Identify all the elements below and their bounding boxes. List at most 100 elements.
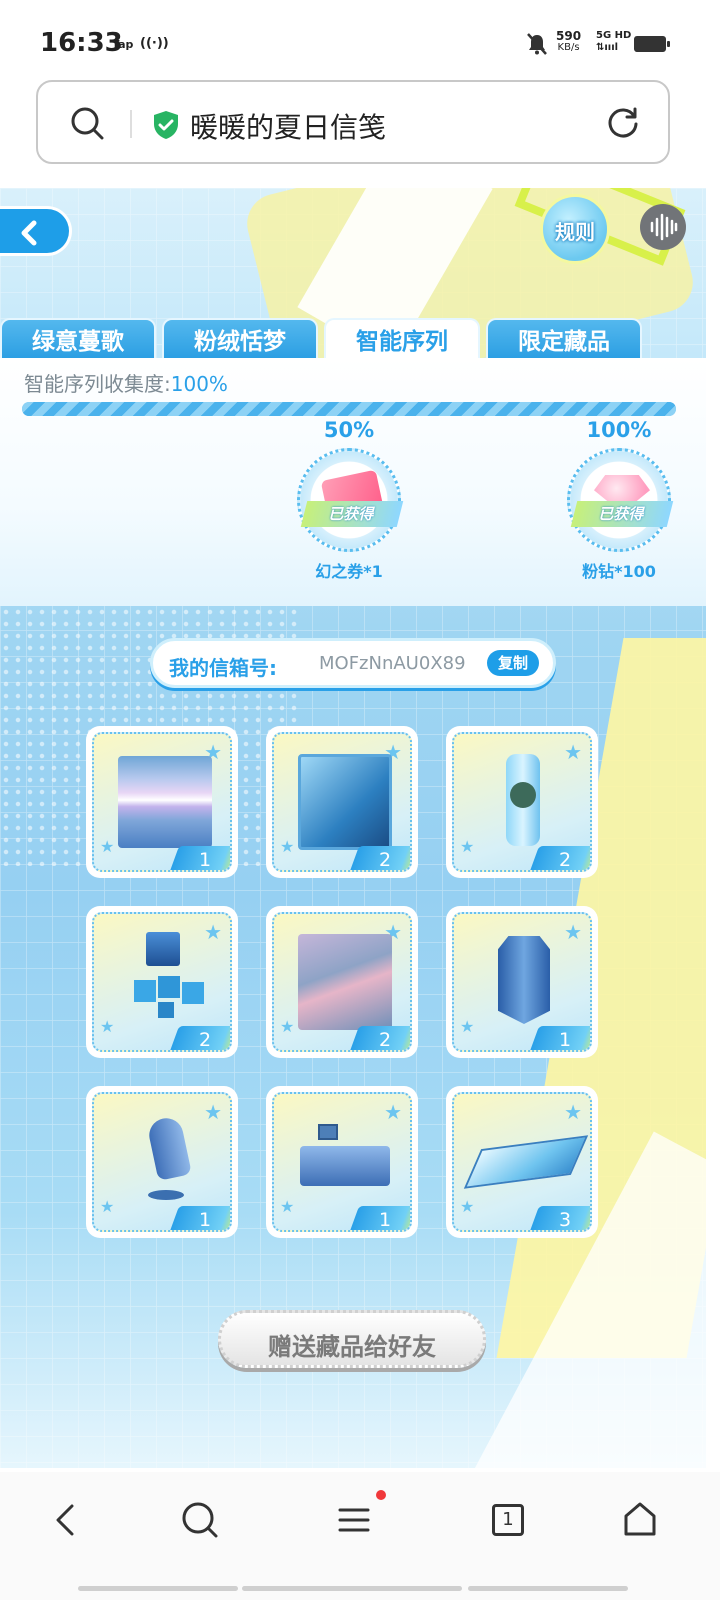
item-count: 3 — [558, 1209, 572, 1231]
rules-button[interactable]: 规则 — [540, 194, 610, 264]
mailbox-label: 我的信箱号: — [169, 656, 277, 680]
category-tabs: 绿意蔓歌 粉绒恬梦 智能序列 限定藏品 — [0, 318, 706, 360]
gesture-bar — [242, 1586, 462, 1591]
item-count: 2 — [558, 849, 572, 871]
character-poster-thumbnail — [298, 934, 392, 1030]
cube-icon — [182, 982, 204, 1004]
reward-ring: 已获得 — [297, 448, 404, 552]
game-view: 规则 绿意蔓歌 粉绒恬梦 智能序列 限定藏品 智能序列收集度:100% 50% … — [0, 188, 706, 1468]
collection-label: 智能序列收集度: — [24, 372, 171, 396]
plant-icon — [510, 782, 536, 808]
gesture-bar — [468, 1586, 628, 1591]
item-card[interactable]: ★ ★ 1 — [266, 1086, 418, 1238]
reward-label: 粉钻*100 — [582, 562, 656, 581]
obtained-badge: 已获得 — [300, 501, 404, 527]
star-icon: ★ — [564, 1100, 582, 1124]
item-count: 1 — [198, 1209, 212, 1231]
star-icon: ★ — [204, 1100, 222, 1124]
tech-door-thumbnail — [298, 754, 392, 850]
status-bar: 16:33 Tap ((·)) 590 KB/s 5G HD ⇅ıııl — [0, 0, 720, 80]
star-icon: ★ — [564, 920, 582, 944]
star-icon: ★ — [100, 837, 115, 856]
star-icon: ★ — [204, 920, 222, 944]
item-count: 2 — [378, 849, 392, 871]
item-card[interactable]: ★ ★ 1 — [86, 726, 238, 878]
page-title: 暖暖的夏日信笺 — [190, 111, 387, 144]
rules-label: 规则 — [555, 220, 595, 244]
star-icon: ★ — [100, 1017, 115, 1036]
gift-to-friend-button[interactable]: 赠送藏品给好友 — [218, 1310, 486, 1368]
striped-wallpaper-thumbnail — [118, 756, 212, 848]
search-icon[interactable] — [70, 106, 104, 140]
tab-green[interactable]: 绿意蔓歌 — [0, 318, 156, 358]
menu-icon[interactable] — [334, 1500, 374, 1540]
back-button[interactable] — [0, 206, 72, 256]
cube-icon — [134, 980, 156, 1002]
item-card[interactable]: ★ ★ 3 — [446, 1086, 598, 1238]
tab-count: 1 — [492, 1504, 524, 1536]
star-icon: ★ — [460, 837, 475, 856]
audio-wave-icon — [650, 213, 678, 241]
tabs-icon[interactable]: 1 — [488, 1500, 528, 1540]
milestone-100[interactable]: 100% 已获得 粉钻*100 — [554, 418, 684, 582]
milestone-percent: 100% — [586, 418, 652, 442]
bottom-navigation: 1 — [0, 1472, 720, 1600]
item-card[interactable]: ★ ★ 2 — [86, 906, 238, 1058]
collection-progress-text: 智能序列收集度:100% — [24, 368, 228, 397]
tap-indicator: Tap — [112, 38, 134, 51]
home-icon[interactable] — [620, 1500, 660, 1540]
bell-muted-icon — [527, 33, 547, 55]
tab-limited[interactable]: 限定藏品 — [486, 318, 642, 358]
search-icon[interactable] — [180, 1500, 220, 1540]
copy-button[interactable]: 复制 — [487, 650, 539, 676]
audio-button[interactable] — [640, 204, 686, 250]
radio-icon: ((·)) — [140, 36, 169, 51]
divider — [130, 110, 132, 138]
computer-desk-thumbnail — [300, 1146, 390, 1186]
star-icon: ★ — [280, 837, 295, 856]
star-icon: ★ — [280, 1017, 295, 1036]
item-card[interactable]: ★ ★ 2 — [266, 726, 418, 878]
progress-bar — [22, 402, 676, 416]
chevron-left-icon — [21, 220, 37, 246]
network-speed: 590 KB/s — [556, 29, 582, 53]
item-count: 1 — [558, 1029, 572, 1051]
signal-icon: 5G HD ⇅ıııl — [596, 30, 632, 53]
shield-check-icon — [154, 111, 178, 139]
gift-button-label: 赠送藏品给好友 — [268, 1333, 436, 1361]
mailbox-id: MOFzNnAU0X89 — [319, 653, 466, 674]
shield-cabinet-thumbnail — [498, 936, 550, 1024]
egg-chair-thumbnail — [146, 1115, 192, 1181]
star-icon: ★ — [460, 1197, 475, 1216]
star-icon: ★ — [460, 1017, 475, 1036]
collection-panel: 智能序列收集度:100% 50% 已获得 幻之券*1 100% 已获得 粉钻*1… — [0, 358, 706, 606]
star-icon: ★ — [384, 1100, 402, 1124]
mailbox-id-bar: 我的信箱号: MOFzNnAU0X89 复制 — [150, 638, 556, 688]
item-count: 1 — [378, 1209, 392, 1231]
tab-smart[interactable]: 智能序列 — [324, 318, 480, 360]
battery-icon — [634, 36, 670, 52]
notification-dot — [376, 1490, 386, 1500]
item-card[interactable]: ★ ★ 1 — [86, 1086, 238, 1238]
collection-value: 100% — [170, 372, 228, 396]
milestone-50[interactable]: 50% 已获得 幻之券*1 — [284, 418, 414, 582]
item-card[interactable]: ★ ★ 1 — [446, 906, 598, 1058]
cube-icon — [158, 1002, 174, 1018]
glass-floor-panel-thumbnail — [463, 1135, 589, 1189]
item-count: 2 — [378, 1029, 392, 1051]
chair-base-icon — [148, 1190, 184, 1200]
tab-pink[interactable]: 粉绒恬梦 — [162, 318, 318, 358]
address-bar[interactable]: 暖暖的夏日信笺 — [36, 80, 670, 164]
monitor-icon — [318, 1124, 338, 1140]
gesture-bar — [78, 1586, 238, 1591]
item-count: 2 — [198, 1029, 212, 1051]
reward-ring: 已获得 — [567, 448, 674, 552]
cube-icon — [158, 976, 180, 998]
item-card[interactable]: ★ ★ 2 — [446, 726, 598, 878]
star-icon: ★ — [280, 1197, 295, 1216]
back-icon[interactable] — [46, 1500, 86, 1540]
reload-icon[interactable] — [606, 106, 640, 140]
obtained-badge: 已获得 — [570, 501, 674, 527]
star-icon: ★ — [564, 740, 582, 764]
item-card[interactable]: ★ ★ 2 — [266, 906, 418, 1058]
